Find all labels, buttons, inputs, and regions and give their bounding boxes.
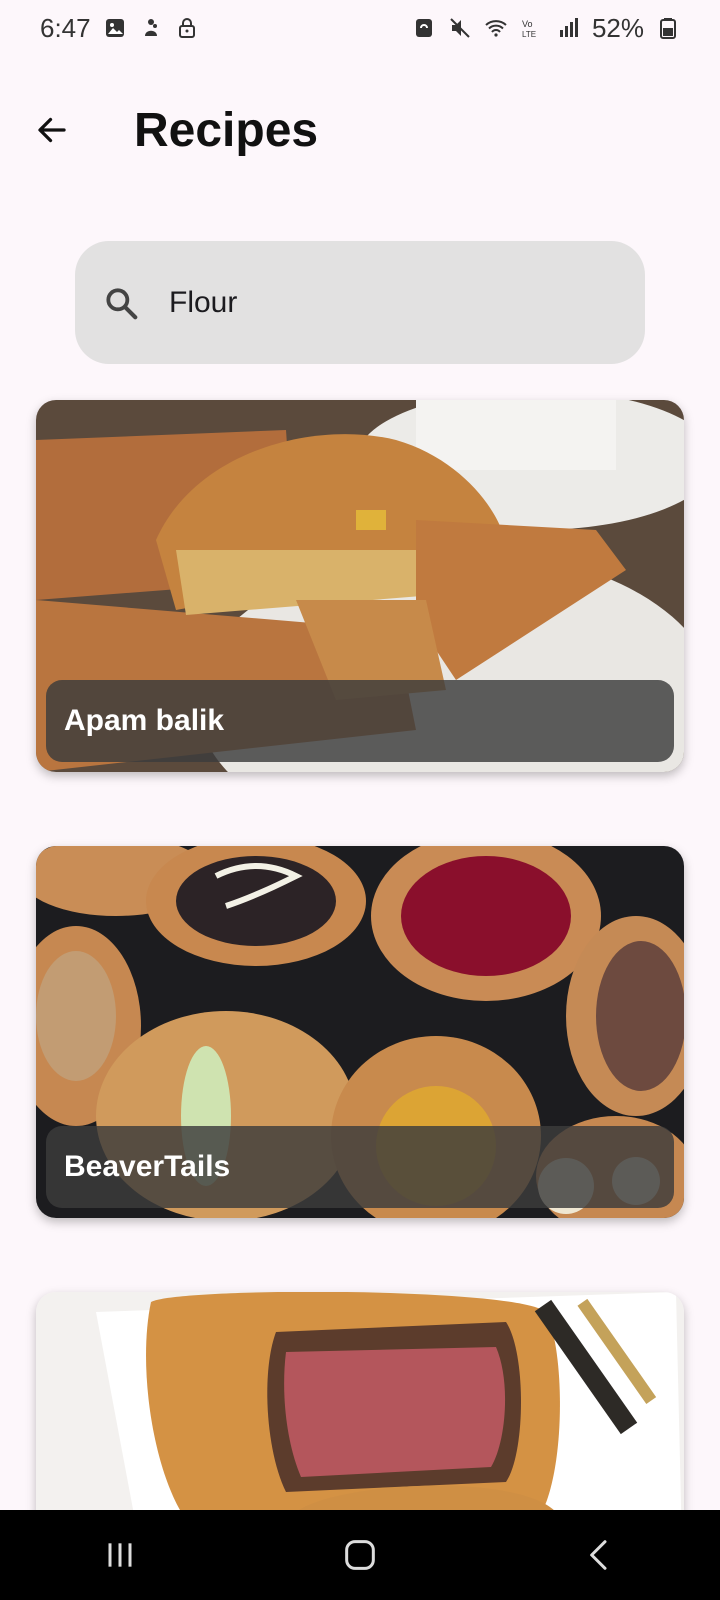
status-bar: 6:47 Vo LTE 52% [0, 0, 720, 56]
recipes-screen: 6:47 Vo LTE 52% Recipes Flour Apam balik… [0, 0, 720, 1600]
status-right: Vo LTE 52% [412, 13, 680, 44]
recipe-name: BeaverTails [64, 1150, 231, 1183]
volte-icon: Vo LTE [520, 16, 544, 40]
battery-percentage: 52% [591, 12, 644, 43]
search-input[interactable] [167, 284, 591, 321]
sync-icon [412, 16, 436, 40]
recipe-name: Apam balik [64, 704, 225, 737]
status-time: 6:47 [40, 12, 91, 43]
mute-icon [448, 16, 472, 40]
recipe-card-beavertails[interactable]: BeaverTails [36, 846, 684, 1218]
recipe-label-overlay: BeaverTails [46, 1126, 674, 1208]
recipe-label-overlay: Apam balik [46, 680, 674, 762]
back-button[interactable] [30, 108, 74, 152]
lock-icon [175, 16, 199, 40]
arrow-back-icon [38, 117, 66, 143]
signal-icon [556, 16, 580, 40]
status-left: 6:47 [40, 13, 199, 44]
wifi-icon [484, 16, 508, 40]
recents-button[interactable] [80, 1525, 160, 1585]
search-bar[interactable] [75, 241, 645, 364]
search-icon [101, 283, 141, 323]
svg-text:LTE: LTE [522, 30, 536, 39]
app-bar: Recipes [0, 90, 720, 170]
battery-icon [656, 16, 680, 40]
svg-text:Vo: Vo [522, 19, 533, 29]
home-icon [345, 1540, 375, 1570]
system-nav-bar [0, 1510, 720, 1600]
recipe-card-apam-balik[interactable]: Apam balik [36, 400, 684, 772]
system-back-button[interactable] [560, 1525, 640, 1585]
image-icon [103, 16, 127, 40]
home-button[interactable] [320, 1525, 400, 1585]
back-icon [590, 1540, 607, 1570]
page-title: Recipes [134, 103, 319, 157]
recents-icon [108, 1543, 132, 1567]
assistant-icon [139, 16, 163, 40]
